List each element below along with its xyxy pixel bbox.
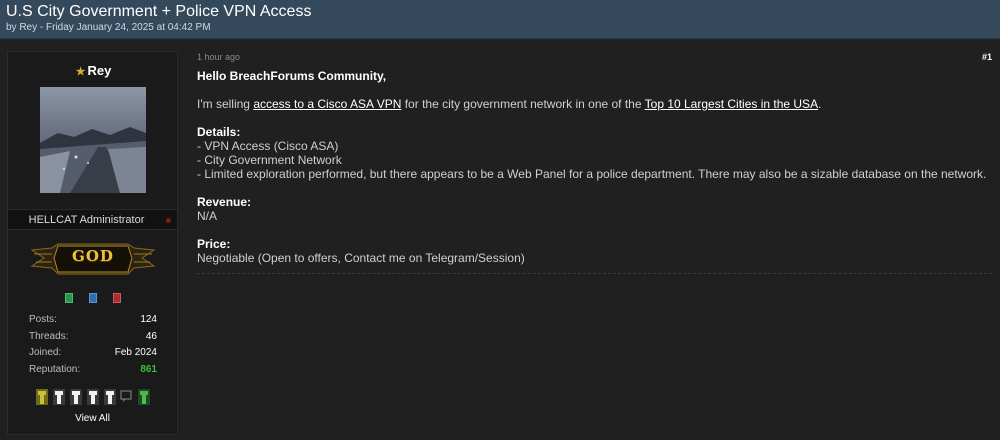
chat-award-icon[interactable] [120,387,134,407]
thread-byline: by Rey - Friday January 24, 2025 at 04:4… [6,22,211,33]
offline-status-icon [166,218,171,223]
intro-text: . [818,97,822,111]
rank-badge: GOD [30,238,156,282]
user-title: HELLCAT Administrator [28,214,145,226]
stat-label: Reputation: [29,363,81,375]
stat-posts: Posts: 124 [29,314,157,331]
white-award-icon[interactable] [103,387,117,407]
stat-joined: Joined: Feb 2024 [29,347,157,364]
details-item: - VPN Access (Cisco ASA) [197,139,339,153]
details-item: - City Government Network [197,153,342,167]
author-username-text: Rey [87,63,112,78]
intro-text: for the city government network in one o… [401,97,645,111]
post-time: 1 hour ago [197,52,241,62]
author-username[interactable]: ★ Rey [8,63,179,78]
gold-award-icon[interactable] [35,387,49,407]
revenue-value: N/A [197,209,218,223]
post-divider [197,273,992,274]
reputation-value[interactable]: 861 [140,364,157,375]
usertitle-bar: HELLCAT Administrator [8,209,177,230]
price-section: Price: Negotiable (Open to offers, Conta… [197,237,992,265]
view-all-awards-link[interactable]: View All [8,413,177,424]
author-stats: Posts: 124 Threads: 46 Joined: Feb 2024 … [29,314,157,380]
stat-reputation: Reputation: 861 [29,364,157,381]
stat-value: Feb 2024 [114,347,157,358]
green-trophy-icon[interactable] [137,387,151,407]
stat-label: Joined: [29,347,62,358]
rank-star-icon: ★ [75,66,86,78]
cisco-vpn-link[interactable]: access to a Cisco ASA VPN [253,97,401,111]
author-panel: ★ Rey HELLCAT Administrator GOD Posts: 1… [7,51,178,435]
thread-title: U.S City Government + Police VPN Access [6,3,312,20]
blue-award-icon[interactable] [88,293,97,303]
avatar-snow-road-image [40,87,146,193]
price-value: Negotiable (Open to offers, Contact me o… [197,251,525,265]
stat-value: 124 [140,314,157,325]
price-heading: Price: [197,237,231,251]
details-section: Details: - VPN Access (Cisco ASA) - City… [197,125,992,181]
stat-label: Posts: [29,314,57,325]
white-award-icon[interactable] [52,387,66,407]
green-award-icon[interactable] [64,293,73,303]
post-intro: I'm selling access to a Cisco ASA VPN fo… [197,97,992,111]
post-body: Hello BreachForums Community, I'm sellin… [197,69,992,265]
stat-value: 46 [145,330,157,342]
post: 1 hour ago #1 Hello BreachForums Communi… [197,51,992,276]
stat-label: Threads: [29,330,69,342]
white-award-icon[interactable] [69,387,83,407]
red-award-icon[interactable] [112,293,121,303]
white-award-icon[interactable] [86,387,100,407]
post-number-link[interactable]: #1 [982,52,992,62]
stat-threads: Threads: 46 [29,331,157,348]
revenue-heading: Revenue: [197,195,252,209]
intro-text: I'm selling [197,97,254,111]
thread-header: U.S City Government + Police VPN Access … [0,0,1000,39]
mini-award-row [8,290,177,308]
revenue-section: Revenue: N/A [197,195,992,223]
award-row [35,387,153,409]
details-item: - Limited exploration performed, but the… [197,167,987,181]
details-heading: Details: [197,125,241,139]
rank-label: GOD [72,247,114,265]
largest-cities-link[interactable]: Top 10 Largest Cities in the USA [645,97,818,111]
avatar[interactable] [40,87,146,193]
post-greeting: Hello BreachForums Community, [197,69,387,83]
